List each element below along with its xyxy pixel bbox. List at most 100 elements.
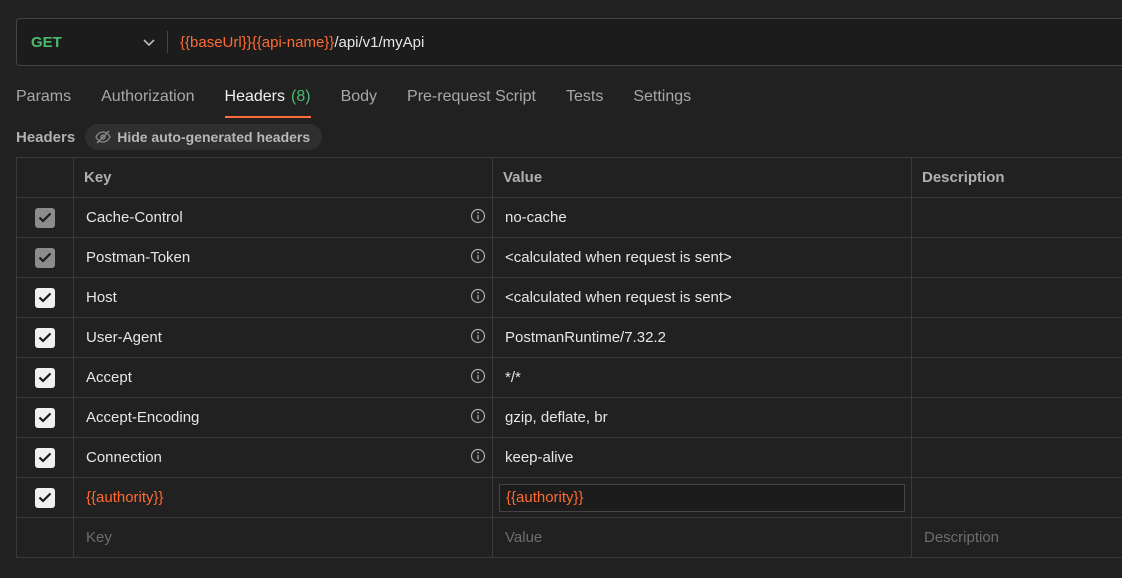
table-row: User-Agent PostmanRuntime/7.32.2 — [16, 317, 1122, 358]
row-checkbox[interactable] — [35, 447, 55, 468]
value-cell[interactable]: keep-alive — [492, 437, 912, 478]
key-cell[interactable]: Connection — [73, 437, 493, 478]
value-input[interactable]: {{authority}} — [499, 483, 905, 512]
tab-authorization[interactable]: Authorization — [101, 86, 194, 118]
checkbox-column-header — [16, 157, 74, 198]
description-cell[interactable] — [911, 277, 1122, 318]
key-text: Connection — [86, 449, 162, 466]
table-row: Connection keep-alive — [16, 437, 1122, 478]
row-checkbox[interactable] — [35, 367, 55, 388]
row-checkbox[interactable] — [35, 327, 55, 348]
key-text: Postman-Token — [86, 249, 191, 266]
check-icon — [38, 292, 52, 303]
tab-pre-request-script[interactable]: Pre-request Script — [407, 86, 536, 118]
tab-label: Settings — [633, 88, 692, 105]
description-cell[interactable] — [911, 437, 1122, 478]
key-cell[interactable]: Accept-Encoding — [73, 397, 493, 438]
new-value-input[interactable]: Value — [492, 517, 912, 558]
checkbox-cell — [16, 477, 74, 518]
method-label: GET — [31, 33, 62, 51]
tab-params[interactable]: Params — [16, 86, 71, 118]
info-icon[interactable] — [470, 248, 486, 268]
checkbox-cell — [16, 357, 74, 398]
checkbox-cell — [16, 237, 74, 278]
table-row: Host <calculated when request is sent> — [16, 277, 1122, 318]
info-icon[interactable] — [470, 288, 486, 308]
tab-label: Body — [340, 88, 378, 105]
description-cell[interactable] — [911, 357, 1122, 398]
description-cell[interactable] — [911, 237, 1122, 278]
url-var-baseurl: {{baseUrl}} — [180, 33, 252, 51]
eye-off-icon — [95, 130, 111, 144]
row-checkbox[interactable] — [35, 407, 55, 428]
value-cell[interactable]: PostmanRuntime/7.32.2 — [492, 317, 912, 358]
new-description-input[interactable]: Description — [911, 517, 1122, 558]
table-row: {{authority}} {{authority}} — [16, 477, 1122, 518]
tab-headers[interactable]: Headers (8) — [224, 86, 311, 118]
key-text: Cache-Control — [86, 209, 183, 226]
new-key-input[interactable]: Key — [73, 517, 493, 558]
tab-tests[interactable]: Tests — [566, 86, 603, 118]
key-cell[interactable]: Cache-Control — [73, 197, 493, 238]
key-text: Host — [86, 289, 117, 306]
table-row: Cache-Control no-cache — [16, 197, 1122, 238]
headers-count: (8) — [291, 88, 311, 105]
value-cell[interactable]: <calculated when request is sent> — [492, 237, 912, 278]
key-cell[interactable]: {{authority}} — [73, 477, 493, 518]
method-select[interactable]: GET — [17, 34, 167, 51]
tab-body[interactable]: Body — [341, 86, 377, 118]
check-icon — [38, 372, 52, 383]
key-cell[interactable]: Accept — [73, 357, 493, 398]
url-input[interactable]: {{baseUrl}}{{api-name}}/api/v1/myApi — [168, 34, 424, 51]
hide-auto-generated-headers-button[interactable]: Hide auto-generated headers — [85, 124, 323, 150]
key-text: Accept-Encoding — [86, 409, 200, 426]
description-cell[interactable] — [911, 317, 1122, 358]
description-cell[interactable] — [911, 397, 1122, 438]
key-text: User-Agent — [86, 329, 162, 346]
hide-auto-generated-label: Hide auto-generated headers — [117, 129, 311, 145]
key-text: {{authority}} — [86, 489, 164, 506]
description-cell[interactable] — [911, 197, 1122, 238]
check-icon — [38, 212, 52, 223]
tab-label: Headers — [224, 88, 285, 105]
table-row: Accept */* — [16, 357, 1122, 398]
info-icon[interactable] — [470, 368, 486, 388]
info-icon[interactable] — [470, 448, 486, 468]
tab-label: Tests — [565, 88, 604, 105]
info-icon[interactable] — [470, 328, 486, 348]
table-header-row: Key Value Description — [16, 157, 1122, 198]
key-cell[interactable]: Host — [73, 277, 493, 318]
check-icon — [38, 452, 52, 463]
value-cell[interactable]: */* — [492, 357, 912, 398]
tab-label: Params — [16, 88, 72, 105]
checkbox-cell — [16, 437, 74, 478]
key-cell[interactable]: Postman-Token — [73, 237, 493, 278]
chevron-down-icon — [143, 34, 155, 51]
info-icon[interactable] — [470, 408, 486, 428]
row-checkbox — [35, 207, 55, 228]
row-checkbox — [35, 247, 55, 268]
checkbox-cell — [16, 397, 74, 438]
request-url-bar: GET {{baseUrl}}{{api-name}}/api/v1/myApi — [16, 18, 1122, 66]
row-checkbox[interactable] — [35, 487, 55, 508]
row-checkbox[interactable] — [35, 287, 55, 308]
description-cell[interactable] — [911, 477, 1122, 518]
checkbox-cell — [16, 317, 74, 358]
url-var-api-name: {{api-name}} — [251, 33, 335, 51]
headers-table: Key Value Description Cache-Control no-c… — [16, 157, 1122, 558]
check-icon — [38, 332, 52, 343]
value-column-header: Value — [492, 157, 912, 198]
value-cell[interactable]: no-cache — [492, 197, 912, 238]
description-column-header: Description — [911, 157, 1122, 198]
info-icon[interactable] — [470, 208, 486, 228]
value-cell[interactable]: <calculated when request is sent> — [492, 277, 912, 318]
table-body: Cache-Control no-cache Postman-Token <ca… — [16, 197, 1122, 558]
tab-label: Pre-request Script — [407, 88, 536, 105]
tab-label: Authorization — [101, 88, 195, 105]
checkbox-cell — [16, 277, 74, 318]
check-icon — [38, 252, 52, 263]
tab-settings[interactable]: Settings — [633, 86, 691, 118]
key-cell[interactable]: User-Agent — [73, 317, 493, 358]
value-cell[interactable]: gzip, deflate, br — [492, 397, 912, 438]
check-icon — [38, 492, 52, 503]
